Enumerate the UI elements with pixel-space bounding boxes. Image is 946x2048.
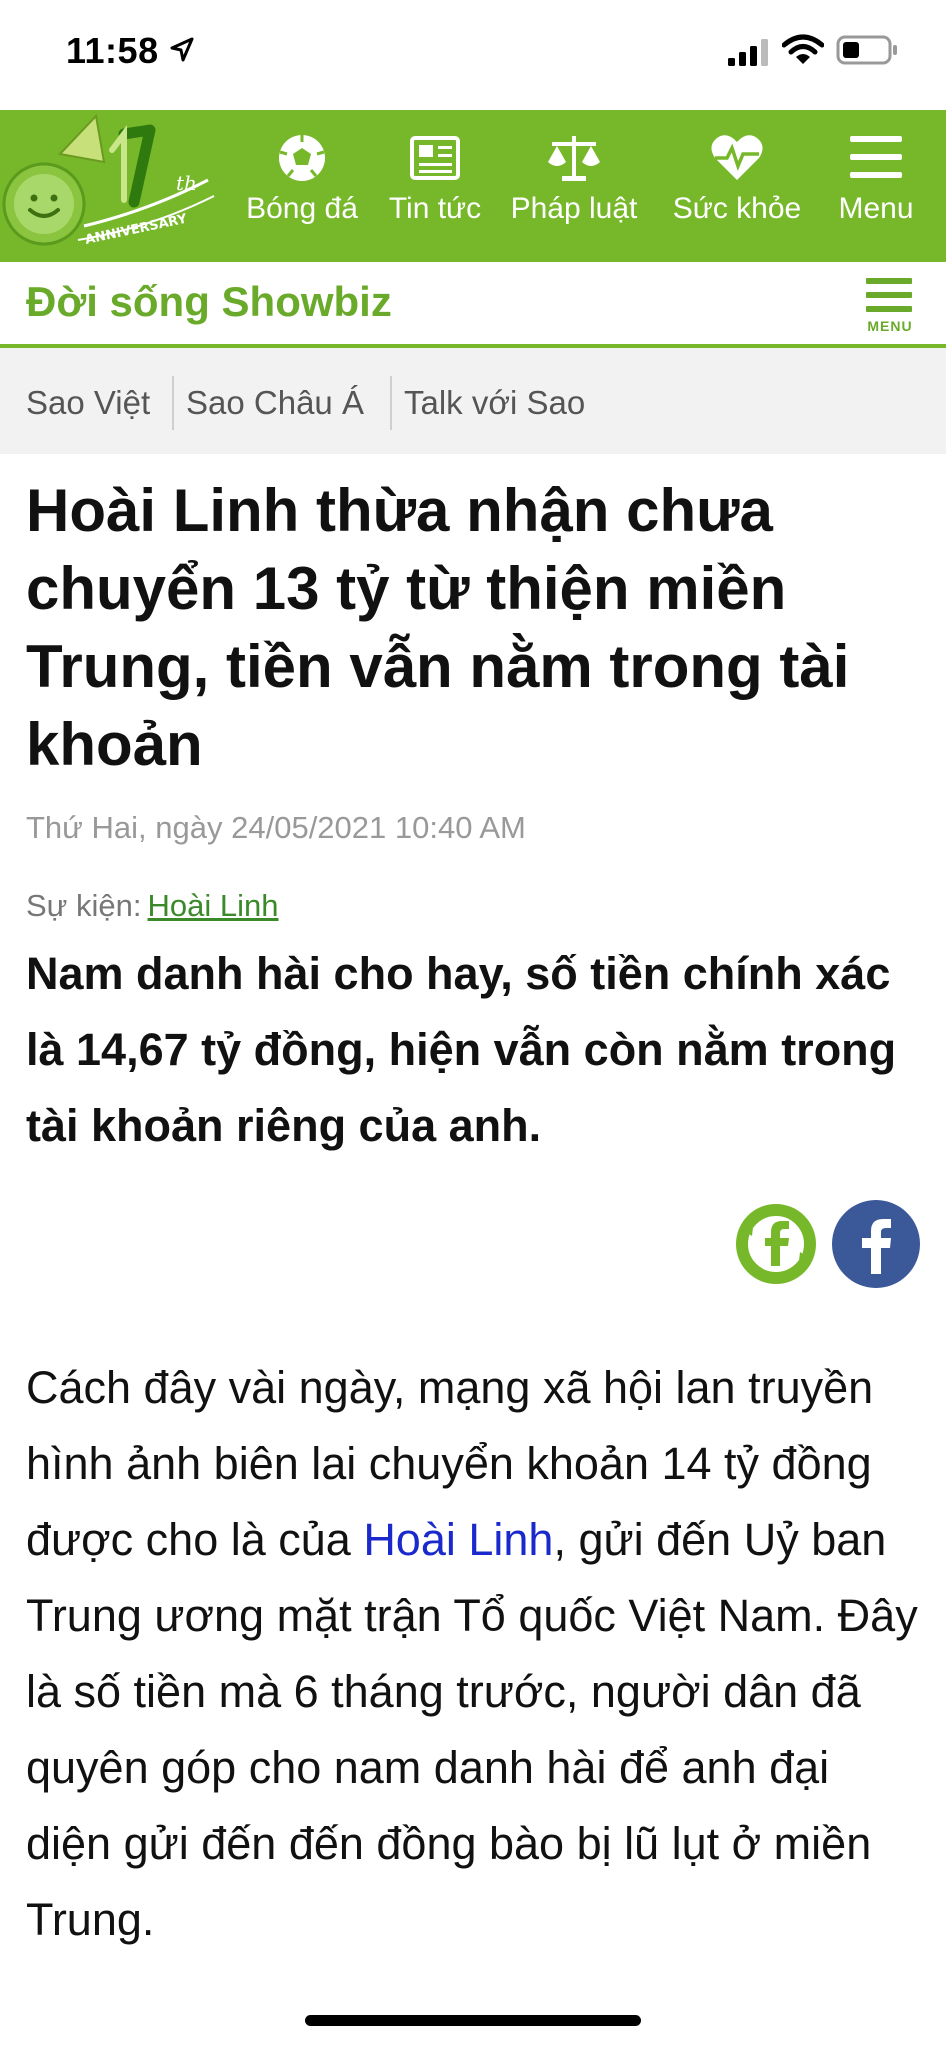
location-arrow-icon bbox=[170, 37, 194, 62]
scales-icon bbox=[548, 136, 600, 181]
tab-divider bbox=[390, 376, 392, 430]
sub-tab-sao-chau-a[interactable]: Sao Châu Á bbox=[186, 384, 364, 422]
menu-label: MENU bbox=[867, 318, 913, 334]
anniversary-logo[interactable]: th ANNIVERSARY bbox=[0, 110, 232, 262]
facebook-share-icon[interactable] bbox=[830, 1198, 922, 1290]
nav-label: Bóng đá bbox=[246, 192, 358, 225]
top-navigation: th ANNIVERSARY Bóng đá Tin tức Pháp luật… bbox=[0, 110, 946, 262]
soccer-ball-icon bbox=[279, 135, 325, 181]
wifi-icon bbox=[782, 34, 824, 64]
section-menu-button[interactable]: MENU bbox=[860, 274, 920, 336]
battery-icon bbox=[836, 35, 897, 65]
event-row: Sự kiện: Hoài Linh bbox=[26, 888, 279, 924]
sub-tab-talk-voi-sao[interactable]: Talk với Sao bbox=[404, 384, 585, 422]
menu-bar-icon bbox=[866, 278, 912, 284]
menu-bar-icon bbox=[866, 292, 912, 298]
nav-item-tin-tuc[interactable]: Tin tức bbox=[380, 110, 490, 262]
cellular-signal-icon bbox=[728, 39, 768, 66]
nav-item-suc-khoe[interactable]: Sức khỏe bbox=[662, 110, 812, 262]
nav-item-phap-luat[interactable]: Pháp luật bbox=[504, 110, 644, 262]
article-body: Cách đây vài ngày, mạng xã hội lan truyề… bbox=[26, 1350, 926, 1958]
heart-pulse-icon bbox=[711, 135, 763, 180]
nav-label: Tin tức bbox=[388, 192, 482, 225]
body-link-hoai-linh[interactable]: Hoài Linh bbox=[363, 1514, 553, 1565]
nav-label: Menu bbox=[838, 192, 914, 225]
event-label: Sự kiện: bbox=[26, 888, 142, 923]
status-bar: 11:58 bbox=[0, 0, 946, 110]
tab-divider bbox=[172, 376, 174, 430]
article-sapo: Nam danh hài cho hay, số tiền chính xác … bbox=[26, 948, 897, 1151]
body-text: , gửi đến Uỷ ban Trung ương mặt trận Tổ … bbox=[26, 1514, 918, 1945]
nav-label: Pháp luật bbox=[510, 192, 638, 225]
share-refresh-icon[interactable] bbox=[730, 1198, 822, 1290]
newspaper-icon bbox=[410, 136, 460, 180]
nav-item-bong-da[interactable]: Bóng đá bbox=[240, 110, 364, 262]
menu-bar-icon bbox=[866, 306, 912, 312]
section-bar: Đời sống Showbiz MENU bbox=[0, 262, 946, 348]
status-time: 11:58 bbox=[66, 30, 159, 71]
home-indicator[interactable] bbox=[305, 2015, 641, 2026]
sub-tabs: Sao Việt Sao Châu Á Talk với Sao bbox=[0, 348, 946, 454]
svg-text:ANNIVERSARY: ANNIVERSARY bbox=[84, 212, 189, 248]
nav-label: Sức khỏe bbox=[672, 192, 802, 225]
article-date: Thứ Hai, ngày 24/05/2021 10:40 AM bbox=[26, 810, 526, 845]
section-title[interactable]: Đời sống Showbiz bbox=[26, 278, 392, 326]
event-link[interactable]: Hoài Linh bbox=[148, 888, 279, 923]
nav-item-menu[interactable]: Menu bbox=[828, 110, 924, 262]
hamburger-icon bbox=[850, 136, 902, 178]
article-title: Hoài Linh thừa nhận chưa chuyển 13 tỷ từ… bbox=[26, 477, 850, 778]
sub-tab-sao-viet[interactable]: Sao Việt bbox=[26, 384, 150, 422]
